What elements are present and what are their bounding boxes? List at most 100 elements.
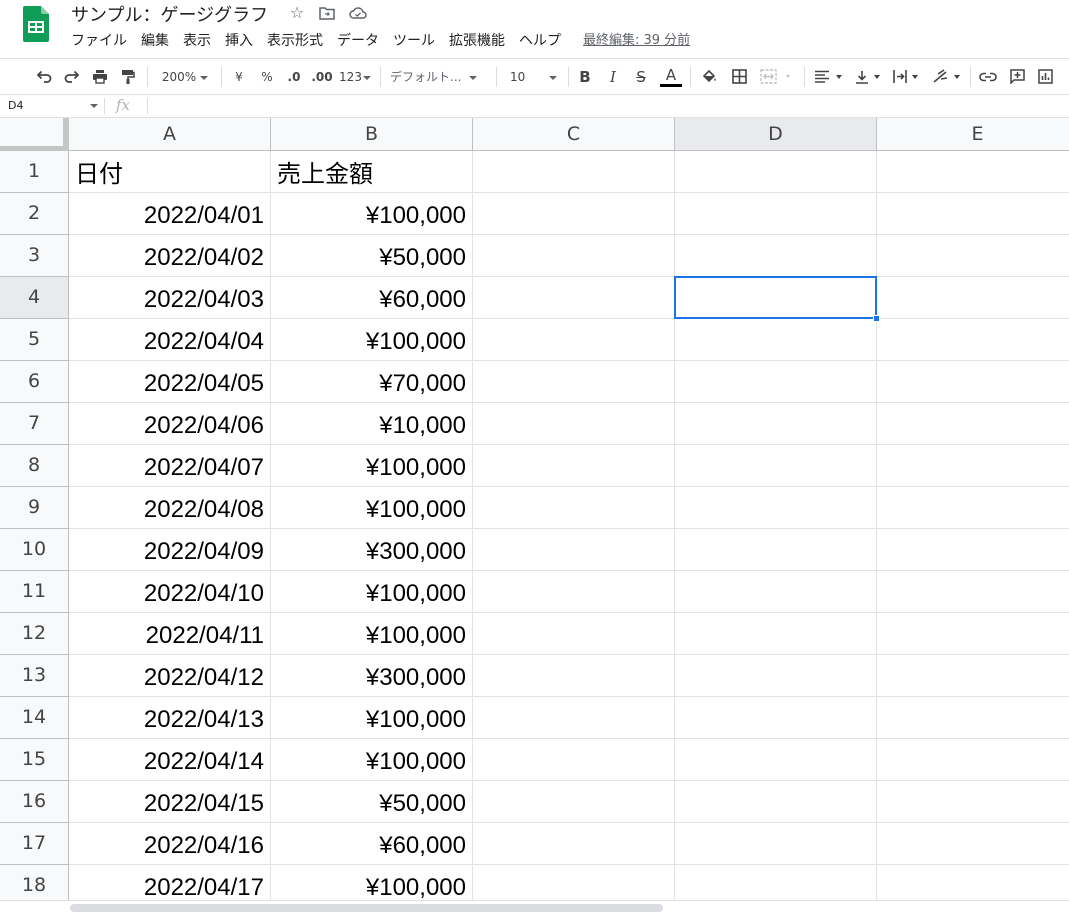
menu-file[interactable]: ファイル <box>71 31 134 51</box>
row-header-15[interactable]: 15 <box>0 739 69 781</box>
row-header-18[interactable]: 18 <box>0 865 69 900</box>
cell-c15[interactable] <box>473 739 675 781</box>
cell-b13[interactable]: ¥300,000 <box>271 655 473 697</box>
cell-e13[interactable] <box>877 655 1069 697</box>
cell-b17[interactable]: ¥60,000 <box>271 823 473 865</box>
cell-c10[interactable] <box>473 529 675 571</box>
row-header-3[interactable]: 3 <box>0 235 69 277</box>
horizontal-scrollbar[interactable] <box>0 900 1069 915</box>
row-header-2[interactable]: 2 <box>0 193 69 235</box>
cell-d1[interactable] <box>675 151 877 193</box>
cell-a17[interactable]: 2022/04/16 <box>69 823 271 865</box>
document-title[interactable]: サンプル：ゲージグラフ <box>71 1 268 27</box>
cell-d11[interactable] <box>675 571 877 613</box>
menu-help[interactable]: ヘルプ <box>519 31 568 51</box>
cell-d12[interactable] <box>675 613 877 655</box>
row-header-4[interactable]: 4 <box>0 277 69 319</box>
cell-b3[interactable]: ¥50,000 <box>271 235 473 277</box>
insert-link-icon[interactable] <box>977 66 999 88</box>
cell-c6[interactable] <box>473 361 675 403</box>
italic-button[interactable]: I <box>603 66 623 88</box>
cell-d5[interactable] <box>675 319 877 361</box>
cell-e12[interactable] <box>877 613 1069 655</box>
cell-e4[interactable] <box>877 277 1069 319</box>
row-header-17[interactable]: 17 <box>0 823 69 865</box>
cell-a15[interactable]: 2022/04/14 <box>69 739 271 781</box>
horizontal-scrollbar-thumb[interactable] <box>70 904 663 912</box>
cell-d13[interactable] <box>675 655 877 697</box>
cell-a16[interactable]: 2022/04/15 <box>69 781 271 823</box>
sheets-logo-icon[interactable] <box>23 6 49 42</box>
decrease-decimal-button[interactable]: .0 <box>282 66 306 88</box>
cell-d9[interactable] <box>675 487 877 529</box>
font-size-select[interactable]: 10 <box>504 66 562 88</box>
cell-e11[interactable] <box>877 571 1069 613</box>
cell-c4[interactable] <box>473 277 675 319</box>
strikethrough-button[interactable]: S <box>631 66 651 88</box>
undo-icon[interactable] <box>33 66 55 88</box>
cell-d4[interactable] <box>675 277 877 319</box>
cell-b6[interactable]: ¥70,000 <box>271 361 473 403</box>
cell-d3[interactable] <box>675 235 877 277</box>
text-wrapping-select[interactable] <box>890 66 924 88</box>
cell-b9[interactable]: ¥100,000 <box>271 487 473 529</box>
row-header-11[interactable]: 11 <box>0 571 69 613</box>
cell-b15[interactable]: ¥100,000 <box>271 739 473 781</box>
cell-a7[interactable]: 2022/04/06 <box>69 403 271 445</box>
cell-c14[interactable] <box>473 697 675 739</box>
cell-a13[interactable]: 2022/04/12 <box>69 655 271 697</box>
cell-a4[interactable]: 2022/04/03 <box>69 277 271 319</box>
cell-e8[interactable] <box>877 445 1069 487</box>
row-header-10[interactable]: 10 <box>0 529 69 571</box>
cell-a14[interactable]: 2022/04/13 <box>69 697 271 739</box>
cell-b10[interactable]: ¥300,000 <box>271 529 473 571</box>
cloud-status-icon[interactable] <box>348 3 368 23</box>
cell-d2[interactable] <box>675 193 877 235</box>
cell-d7[interactable] <box>675 403 877 445</box>
cell-b5[interactable]: ¥100,000 <box>271 319 473 361</box>
merge-cells-select[interactable] <box>757 66 797 88</box>
column-header-b[interactable]: B <box>271 118 473 151</box>
row-header-6[interactable]: 6 <box>0 361 69 403</box>
star-icon[interactable]: ☆ <box>287 3 307 23</box>
cell-d14[interactable] <box>675 697 877 739</box>
cell-b16[interactable]: ¥50,000 <box>271 781 473 823</box>
cell-b18[interactable]: ¥100,000 <box>271 865 473 900</box>
cell-b1[interactable]: 売上金額 <box>271 151 473 193</box>
cell-d17[interactable] <box>675 823 877 865</box>
cell-c13[interactable] <box>473 655 675 697</box>
menu-tools[interactable]: ツール <box>393 31 442 51</box>
menu-data[interactable]: データ <box>337 31 386 51</box>
cell-e15[interactable] <box>877 739 1069 781</box>
cell-c9[interactable] <box>473 487 675 529</box>
row-header-14[interactable]: 14 <box>0 697 69 739</box>
column-header-c[interactable]: C <box>473 118 675 151</box>
cell-e18[interactable] <box>877 865 1069 900</box>
column-header-d[interactable]: D <box>675 118 877 151</box>
row-header-7[interactable]: 7 <box>0 403 69 445</box>
row-header-13[interactable]: 13 <box>0 655 69 697</box>
last-edit-link[interactable]: 最終編集: 39 分前 <box>583 31 690 51</box>
cell-a12[interactable]: 2022/04/11 <box>69 613 271 655</box>
cell-c7[interactable] <box>473 403 675 445</box>
cell-d18[interactable] <box>675 865 877 900</box>
row-header-9[interactable]: 9 <box>0 487 69 529</box>
cell-c8[interactable] <box>473 445 675 487</box>
number-format-select[interactable]: 123 <box>338 66 372 88</box>
name-box[interactable]: D4 <box>0 95 104 117</box>
cell-b8[interactable]: ¥100,000 <box>271 445 473 487</box>
cell-b7[interactable]: ¥10,000 <box>271 403 473 445</box>
redo-icon[interactable] <box>61 66 83 88</box>
bold-button[interactable]: B <box>575 66 595 88</box>
cell-c11[interactable] <box>473 571 675 613</box>
row-header-16[interactable]: 16 <box>0 781 69 823</box>
cell-e3[interactable] <box>877 235 1069 277</box>
paint-format-icon[interactable] <box>117 66 139 88</box>
text-color-button[interactable]: A <box>659 66 683 88</box>
cell-c12[interactable] <box>473 613 675 655</box>
cell-c1[interactable] <box>473 151 675 193</box>
zoom-select[interactable]: 200% <box>155 66 215 88</box>
insert-comment-icon[interactable] <box>1006 66 1028 88</box>
cell-c2[interactable] <box>473 193 675 235</box>
cell-a10[interactable]: 2022/04/09 <box>69 529 271 571</box>
